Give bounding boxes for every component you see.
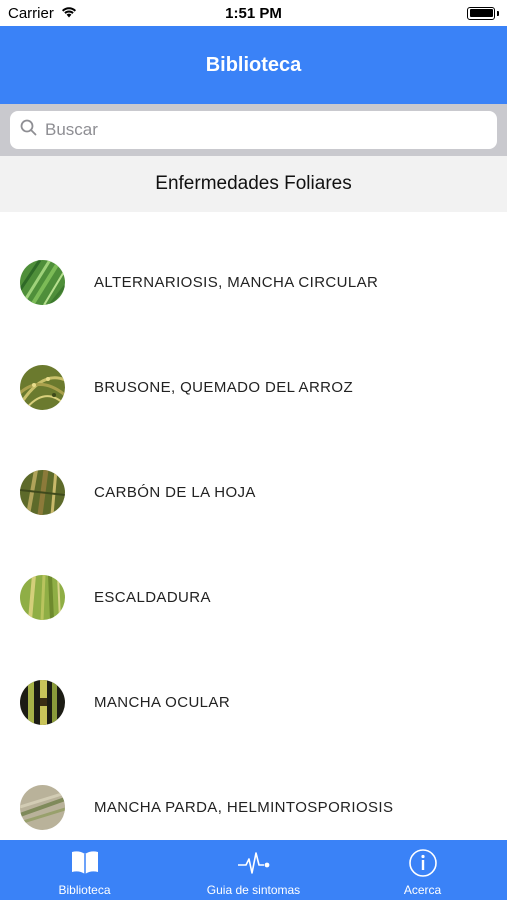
pulse-icon [237,846,271,880]
section-header: Enfermedades Foliares [0,156,507,212]
book-icon [70,846,100,880]
list-item-label: MANCHA OCULAR [94,694,231,711]
status-bar: Carrier 1:51 PM [0,0,507,26]
list-item[interactable]: ALTERNARIOSIS, MANCHA CIRCULAR [0,230,507,335]
leaf-scald-thumbnail [20,575,65,620]
status-left: Carrier [8,5,78,22]
list-item-label: ALTERNARIOSIS, MANCHA CIRCULAR [94,274,379,291]
section-title: Enfermedades Foliares [155,173,352,194]
disease-list: ALTERNARIOSIS, MANCHA CIRCULAR BRUSONE, … [0,212,507,840]
list-item[interactable]: MANCHA PARDA, HELMINTOSPORIOSIS [0,755,507,840]
list-item-label: ESCALDADURA [94,589,211,606]
search-icon [20,119,37,141]
search-input[interactable] [45,120,487,140]
leaf-thumbnail [20,260,65,305]
tab-guia-de-sintomas[interactable]: Guia de sintomas [169,840,338,900]
list-item-label: MANCHA PARDA, HELMINTOSPORIOSIS [94,799,394,816]
search-box[interactable] [10,111,497,149]
wifi-icon [60,5,78,22]
navigation-bar: Biblioteca [0,26,507,104]
list-item[interactable]: CARBÓN DE LA HOJA [0,440,507,545]
list-item[interactable]: ESCALDADURA [0,545,507,650]
eyespot-thumbnail [20,680,65,725]
search-bar [0,104,507,156]
list-item[interactable]: BRUSONE, QUEMADO DEL ARROZ [0,335,507,440]
list-item[interactable]: MANCHA OCULAR [0,650,507,755]
battery-icon [467,6,499,20]
list-item-label: CARBÓN DE LA HOJA [94,484,256,501]
leaf-smut-thumbnail [20,470,65,515]
tab-label: Biblioteca [58,883,111,897]
page-title: Biblioteca [205,53,302,76]
tab-biblioteca[interactable]: Biblioteca [0,840,169,900]
list-item-label: BRUSONE, QUEMADO DEL ARROZ [94,379,354,396]
brown-spot-thumbnail [20,785,65,830]
tab-acerca[interactable]: Acerca [338,840,507,900]
tab-label: Acerca [403,883,442,897]
carrier-label: Carrier [8,4,54,22]
rice-panicle-thumbnail [20,365,65,410]
tab-label: Guia de sintomas [206,883,301,897]
info-icon [408,846,438,880]
tab-bar: Biblioteca Guia de sintomas Acerca [0,840,507,900]
